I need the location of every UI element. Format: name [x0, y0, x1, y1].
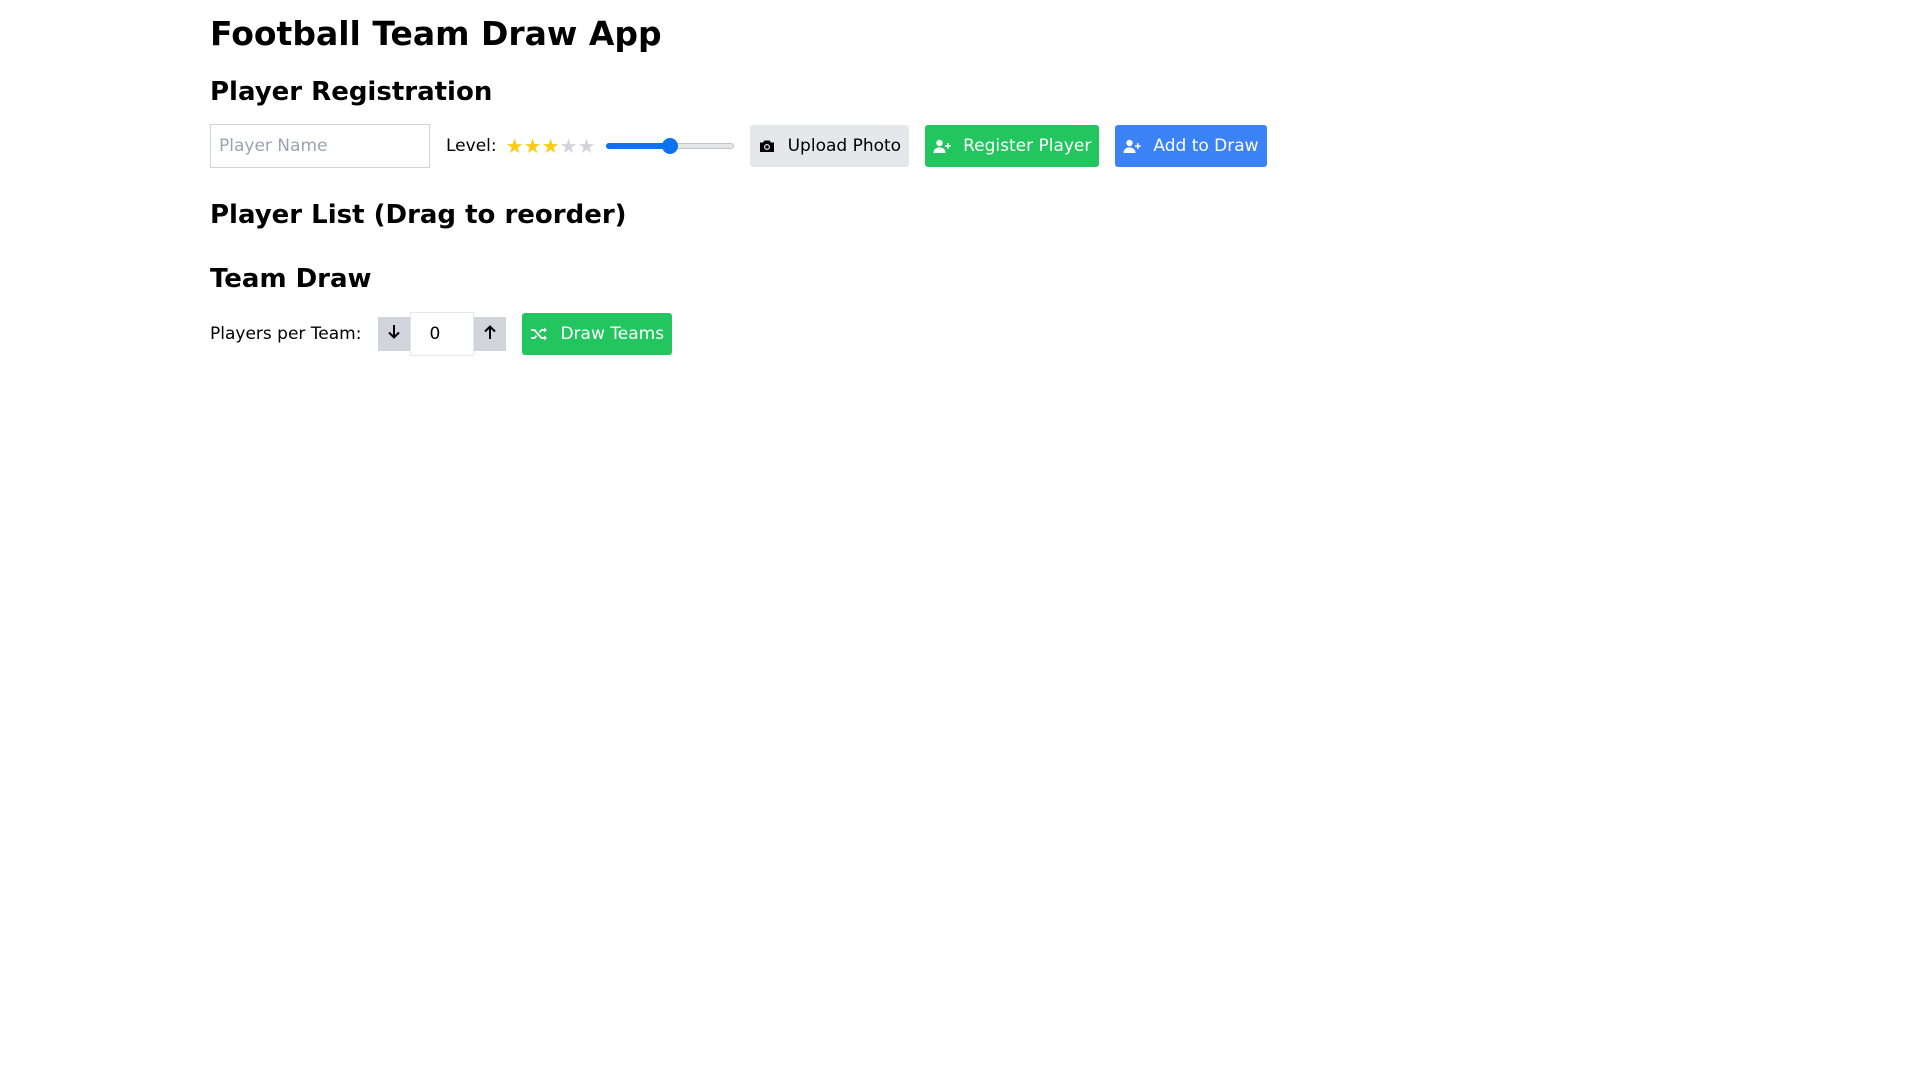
player-list-heading: Player List (Drag to reorder) [210, 200, 627, 230]
camera-icon [758, 137, 776, 155]
increment-button[interactable] [474, 317, 507, 351]
star-icon[interactable]: ★ [542, 136, 560, 156]
upload-photo-button[interactable]: Upload Photo [749, 125, 910, 167]
level-slider[interactable] [605, 137, 734, 155]
shuffle-icon [530, 325, 548, 343]
arrow-up-icon [482, 324, 498, 344]
add-to-draw-button[interactable]: Add to Draw [1115, 125, 1267, 167]
star-icon[interactable]: ★ [506, 136, 524, 156]
draw-teams-label: Draw Teams [560, 324, 665, 344]
user-plus-icon [933, 137, 951, 155]
decrement-button[interactable] [378, 317, 411, 351]
players-per-team-value[interactable]: 0 [410, 312, 475, 356]
user-plus-icon [1123, 137, 1141, 155]
team-draw-heading: Team Draw [210, 264, 372, 294]
arrow-down-icon [386, 324, 402, 344]
level-label: Level: [446, 136, 497, 156]
players-per-team-label: Players per Team: [210, 324, 362, 344]
team-draw-controls: Players per Team: 0 Draw Teams [210, 312, 673, 356]
add-to-draw-label: Add to Draw [1153, 136, 1259, 156]
player-name-input[interactable] [210, 124, 430, 168]
draw-teams-button[interactable]: Draw Teams [522, 313, 673, 355]
players-per-team-stepper: 0 [378, 312, 507, 356]
register-player-label: Register Player [963, 136, 1092, 156]
star-icon[interactable]: ★ [578, 136, 596, 156]
upload-photo-label: Upload Photo [787, 136, 902, 156]
level-slider-thumb[interactable] [661, 138, 678, 154]
registration-form: Level: ★★★★★ Upload Photo [210, 124, 1267, 168]
star-icon[interactable]: ★ [524, 136, 542, 156]
star-icon[interactable]: ★ [560, 136, 578, 156]
registration-heading: Player Registration [210, 77, 493, 107]
register-player-button[interactable]: Register Player [925, 125, 1100, 167]
level-stars[interactable]: ★ ★ ★ ★ ★ [506, 136, 596, 156]
page-title: Football Team Draw App [210, 14, 662, 53]
level-slider-fill [605, 143, 670, 149]
